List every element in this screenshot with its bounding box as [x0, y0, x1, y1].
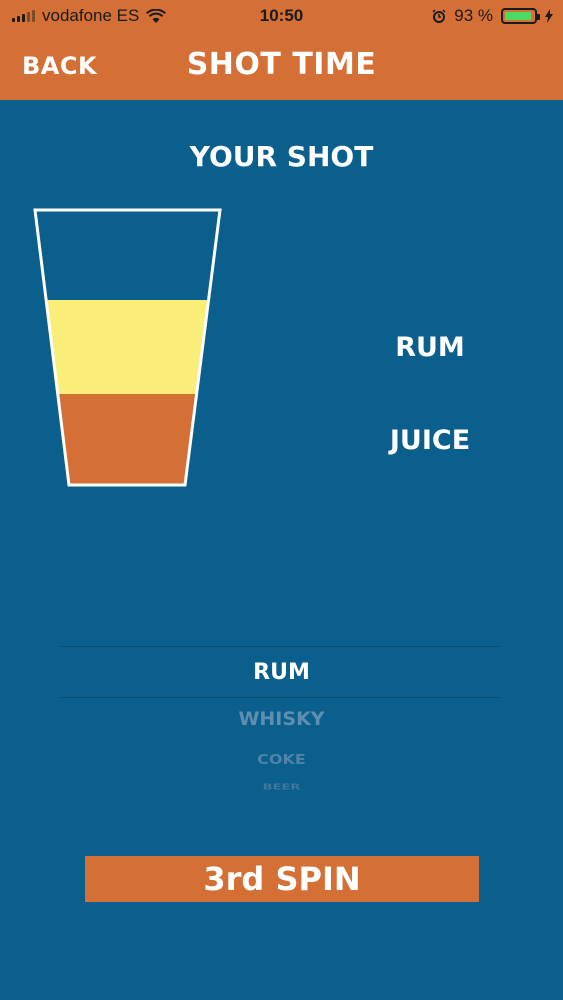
layer-label-juice: JUICE: [389, 425, 471, 456]
picker-item[interactable]: BEER: [0, 783, 563, 792]
battery-icon: [501, 8, 540, 24]
battery-percent: 93 %: [454, 6, 493, 25]
glass-layer-rum: [47, 300, 208, 394]
glass-empty-section: [35, 210, 220, 300]
battery-fill: [505, 12, 532, 20]
your-shot-heading: YOUR SHOT: [189, 140, 374, 173]
status-bar: vodafone ES 10:50 93 %: [0, 0, 563, 30]
charging-icon: [545, 9, 553, 23]
picker-item-selected[interactable]: RUM: [0, 660, 563, 685]
shot-glass: [33, 208, 222, 487]
picker-bottom-divider: [60, 697, 500, 698]
status-right: 93 %: [432, 6, 553, 26]
spin-button[interactable]: 3rd SPIN: [85, 856, 479, 902]
alarm-icon: [432, 9, 446, 23]
layer-label-rum: RUM: [395, 332, 465, 363]
page-title: SHOT TIME: [186, 47, 377, 82]
glass-layer-juice: [59, 394, 196, 485]
nav-bar: BACK SHOT TIME: [0, 30, 563, 100]
picker-item[interactable]: WHISKY: [0, 708, 563, 730]
picker-top-divider: [60, 646, 500, 647]
picker-item[interactable]: COKE: [0, 751, 563, 767]
